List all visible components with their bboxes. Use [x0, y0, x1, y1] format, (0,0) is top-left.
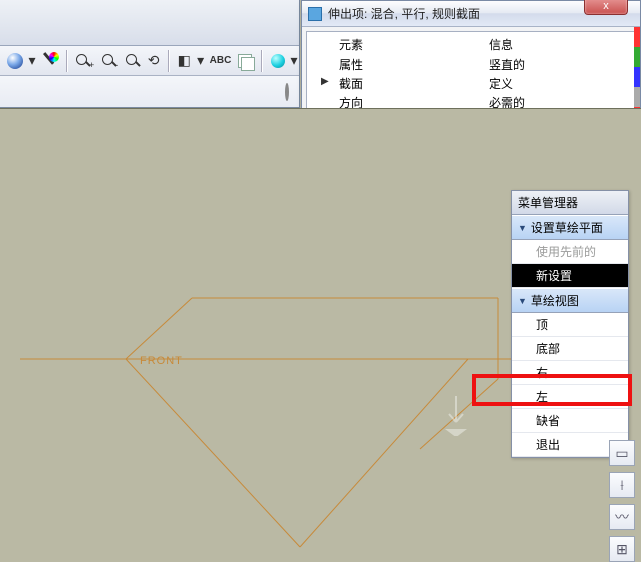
row-info: 竖直的 — [489, 56, 525, 73]
display-style-tool[interactable] — [269, 49, 286, 73]
magnifier-icon — [125, 53, 141, 69]
layers-icon — [236, 52, 254, 70]
layers-tool[interactable] — [235, 49, 255, 73]
menu-manager-title: 菜单管理器 — [512, 191, 628, 215]
redraw-tool[interactable]: ⟲ — [145, 49, 162, 73]
zoom-fit-tool[interactable] — [124, 49, 142, 73]
annotation-tool[interactable]: ABC — [209, 49, 233, 73]
header-info: 信息 — [489, 36, 513, 53]
orient-tool[interactable]: ◧ — [176, 49, 193, 73]
eyedropper-icon — [41, 52, 59, 70]
list-row[interactable]: ▶ 截面 定义 — [307, 74, 635, 93]
appearance-dropdown[interactable]: ▾ — [27, 49, 37, 73]
separator — [66, 50, 68, 72]
zoom-in-tool[interactable]: + — [74, 49, 97, 73]
sketch-curve-tool[interactable]: 〰 — [609, 504, 635, 530]
menu-item-default[interactable]: 缺省 — [512, 409, 628, 433]
menu-item-right[interactable]: 右 — [512, 361, 628, 385]
row-info: 定义 — [489, 75, 513, 92]
anchor-icon — [285, 83, 289, 101]
anchor-indicator — [285, 85, 289, 99]
list-row[interactable]: 属性 竖直的 — [307, 55, 635, 74]
menu-item-left[interactable]: 左 — [512, 385, 628, 409]
menu-item-use-previous: 使用先前的 — [512, 240, 628, 264]
section-sketch-view[interactable]: ▼ 草绘视图 — [512, 288, 628, 313]
sub-toolbar — [0, 76, 299, 107]
window-sys-icon — [308, 7, 322, 21]
orient-dropdown[interactable]: ▾ — [196, 49, 206, 73]
row-elem: 属性 — [339, 56, 489, 73]
color-picker-tool[interactable] — [40, 49, 60, 73]
main-toolbar-area: ▾ + - ⟲ ◧ ▾ ABC ▾ — [0, 0, 300, 108]
window-close-button[interactable]: x — [584, 0, 628, 15]
section-label: 设置草绘平面 — [531, 219, 603, 236]
datum-axis-tool[interactable]: ⟊ — [609, 472, 635, 498]
menu-item-new-setup[interactable]: 新设置 — [512, 264, 628, 288]
toolbar-row-2: ▾ + - ⟲ ◧ ▾ ABC ▾ — [0, 46, 299, 76]
zoom-out-tool[interactable]: - — [100, 49, 121, 73]
cyan-sphere-icon — [271, 54, 285, 68]
datum-plane-label-front: FRONT — [140, 355, 183, 367]
sphere-icon — [7, 53, 23, 69]
direction-arrow-icon — [445, 394, 467, 436]
list-header: 元素 信息 — [307, 34, 635, 55]
right-tool-strip: ▭ ⟊ 〰 ⊞ — [609, 440, 639, 562]
section-label: 草绘视图 — [531, 292, 579, 309]
coord-sys-tool[interactable]: ⊞ — [609, 536, 635, 562]
toolbar-row-1 — [0, 0, 299, 46]
row-elem: 截面 — [339, 75, 489, 92]
datum-plane-tool[interactable]: ▭ — [609, 440, 635, 466]
separator — [168, 50, 170, 72]
menu-manager-panel: 菜单管理器 ▼ 设置草绘平面 使用先前的 新设置 ▼ 草绘视图 顶 底部 右 左 缺… — [511, 190, 629, 458]
collapse-icon: ▼ — [518, 296, 527, 306]
separator — [261, 50, 263, 72]
display-style-dropdown[interactable]: ▾ — [289, 49, 299, 73]
section-set-sketch-plane[interactable]: ▼ 设置草绘平面 — [512, 215, 628, 240]
dialog-title: 伸出项: 混合, 平行, 规则截面 — [328, 5, 480, 22]
row-caret-icon: ▶ — [321, 76, 329, 87]
menu-item-top[interactable]: 顶 — [512, 313, 628, 337]
collapse-icon: ▼ — [518, 223, 527, 233]
appearance-tool[interactable] — [6, 49, 24, 73]
menu-item-bottom[interactable]: 底部 — [512, 337, 628, 361]
header-element: 元素 — [339, 36, 489, 53]
